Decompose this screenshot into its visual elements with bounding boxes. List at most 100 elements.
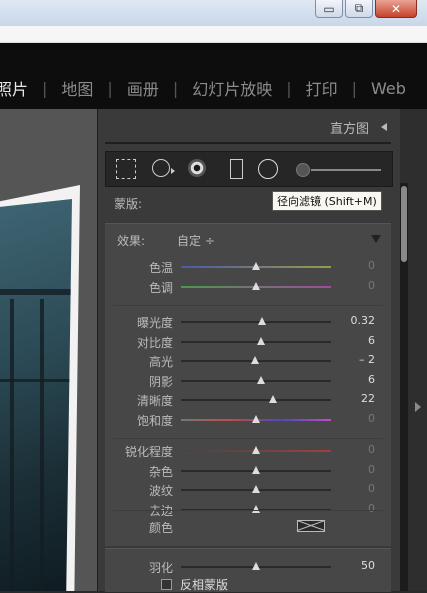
feather-value: 50 <box>361 559 375 572</box>
slider-row: 清晰度 22 <box>105 390 391 409</box>
mask-label: 蒙版: <box>114 197 143 211</box>
invert-mask-label: 反相蒙版 <box>180 578 229 592</box>
slider-label: 饱和度 <box>136 413 173 428</box>
scrollbar-thumb[interactable] <box>401 186 407 262</box>
module-tab[interactable]: 打印 <box>304 76 340 100</box>
slider-row: 色调 0 <box>105 277 391 296</box>
slider-value: 6 <box>368 372 375 386</box>
feather-slider[interactable] <box>181 562 331 570</box>
slider-label: 色温 <box>148 261 173 275</box>
slider-thumb[interactable] <box>258 317 266 325</box>
module-tab[interactable]: 画册 <box>125 76 161 100</box>
slider-value: 0 <box>368 278 375 292</box>
slider-row: 饱和度 0 <box>105 410 391 429</box>
window-menu-strip <box>0 26 427 43</box>
slider-row: 曝光度 0.32 <box>105 312 391 331</box>
histogram-title: 直方图 <box>329 122 369 137</box>
slider-thumb[interactable] <box>252 562 260 570</box>
slider-label: 高光 <box>148 355 173 369</box>
slider-thumb[interactable] <box>250 356 259 364</box>
slider-track[interactable] <box>181 465 331 474</box>
slider-value: 22 <box>361 392 375 405</box>
slider-thumb[interactable] <box>252 262 260 270</box>
module-tab[interactable]: 地图 <box>59 76 95 100</box>
slider-thumb[interactable] <box>252 446 260 454</box>
module-tab[interactable]: Web <box>369 79 408 98</box>
red-eye-icon[interactable] <box>188 159 206 177</box>
slider-track[interactable] <box>181 317 331 325</box>
expand-arrow-icon[interactable] <box>415 402 421 412</box>
slider-thumb[interactable] <box>252 504 260 513</box>
slider-thumb[interactable] <box>252 465 260 474</box>
divider <box>113 305 383 306</box>
photo-preview[interactable] <box>0 199 72 591</box>
slider-track[interactable] <box>181 281 331 290</box>
invert-mask-checkbox[interactable] <box>161 579 172 590</box>
divider <box>113 438 383 439</box>
panel-scrollbar[interactable] <box>400 183 408 591</box>
slider-track[interactable] <box>181 356 331 364</box>
adjustment-brush-icon[interactable] <box>296 163 310 177</box>
slider-value: 6 <box>368 333 375 347</box>
window-title-bar: ▭ ⧉ ✕ <box>0 0 427 26</box>
slider-thumb[interactable] <box>268 395 277 403</box>
slider-value: 0 <box>368 443 375 456</box>
slider-label: 清晰度 <box>136 394 173 408</box>
close-button[interactable]: ✕ <box>375 0 417 18</box>
color-swatch[interactable] <box>297 520 325 532</box>
slider-thumb[interactable] <box>256 375 265 384</box>
module-separator: | <box>42 78 48 98</box>
slider-label: 锐化程度 <box>124 445 173 459</box>
module-separator: | <box>286 78 292 98</box>
module-separator: | <box>351 78 358 98</box>
slider-label: 对比度 <box>136 335 173 350</box>
slider-track[interactable] <box>181 262 331 270</box>
slider-row: 波纹 0 <box>105 480 391 499</box>
restore-button[interactable]: ⧉ <box>345 0 373 18</box>
slider-track[interactable] <box>181 485 331 493</box>
crop-tool-icon[interactable] <box>116 159 136 179</box>
slider-track[interactable] <box>181 395 331 403</box>
spot-arrow-icon <box>171 168 175 174</box>
histogram-header[interactable]: 直方图 <box>98 109 401 143</box>
brush-slider[interactable] <box>311 169 381 171</box>
module-tab[interactable]: 照片 <box>0 76 30 100</box>
slider-value: 0 <box>368 501 375 515</box>
filter-settings: 效果: 自定 ÷ 色温 0 色调 0 曝光度 0.32 对比度 6 高光 – 2 阴影 6 清晰度 22… <box>105 223 391 546</box>
graduated-filter-icon[interactable] <box>230 159 243 179</box>
minimize-button[interactable]: ▭ <box>315 0 343 18</box>
collapse-triangle-icon[interactable] <box>371 235 381 243</box>
effect-dropdown[interactable]: 自定 ÷ <box>177 232 215 249</box>
slider-track[interactable] <box>181 336 331 345</box>
slider-thumb[interactable] <box>252 281 260 290</box>
slider-track[interactable] <box>181 414 331 423</box>
slider-thumb[interactable] <box>252 485 260 493</box>
spot-removal-icon[interactable] <box>152 159 170 177</box>
slider-row: 对比度 6 <box>105 332 391 351</box>
slider-row: 阴影 6 <box>105 371 391 390</box>
slider-track[interactable] <box>181 446 331 454</box>
slider-value: 0 <box>368 411 375 425</box>
color-label: 颜色 <box>148 521 173 535</box>
slider-thumb[interactable] <box>256 336 265 345</box>
collapse-triangle-icon[interactable] <box>381 123 387 131</box>
module-list: 照片 | 地图 | 画册 | 幻灯片放映 | 打印 | Web <box>0 76 408 100</box>
feather-section: 羽化 50 反相蒙版 <box>105 548 391 592</box>
effect-label: 效果: <box>117 234 146 248</box>
tooltip: 径向滤镜 (Shift+M) <box>272 191 382 211</box>
slider-value: 0 <box>368 482 375 495</box>
slider-label: 阴影 <box>148 374 173 389</box>
slider-label: 色调 <box>148 280 173 295</box>
slider-thumb[interactable] <box>252 414 260 423</box>
feather-slider-row: 羽化 50 <box>105 557 391 576</box>
module-picker: 照片 | 地图 | 画册 | 幻灯片放映 | 打印 | Web <box>0 43 427 109</box>
develop-right-panel: 直方图 径向滤镜 (Shift+M) 蒙版: 效果: 自定 ÷ 色温 0 色调 0 曝… <box>97 109 401 592</box>
divider <box>113 510 383 511</box>
slider-row: 锐化程度 0 <box>105 441 391 460</box>
color-row: 颜色 <box>105 517 391 537</box>
radial-filter-icon[interactable] <box>258 159 278 179</box>
slider-row: 杂色 0 <box>105 461 391 480</box>
slider-row: 去边 0 <box>105 500 391 519</box>
slider-track[interactable] <box>181 375 331 384</box>
module-tab[interactable]: 幻灯片放映 <box>190 76 274 100</box>
